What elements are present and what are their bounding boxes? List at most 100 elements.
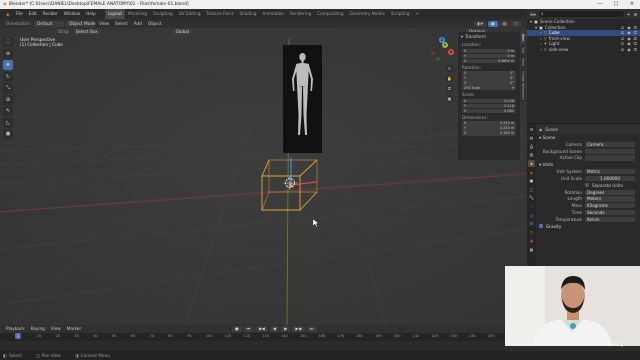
shading-solid-button[interactable]: ● xyxy=(488,20,498,27)
viewport-menu-select[interactable]: Select xyxy=(112,19,131,28)
collection-properties-icon[interactable]: ▣ xyxy=(528,177,535,184)
playhead[interactable]: 1 xyxy=(15,333,21,339)
auto-keying-button[interactable]: ● xyxy=(232,326,242,332)
data-properties-icon[interactable]: ▽ xyxy=(528,229,535,236)
filter-icon[interactable]: ⏷ xyxy=(627,12,630,17)
transform-tool-icon[interactable]: ⊞ xyxy=(3,94,13,105)
close-window-button[interactable]: ✕ xyxy=(624,0,640,9)
jump-end-button[interactable]: ⏭ xyxy=(306,326,317,332)
workspace-tab-shading[interactable]: Shading xyxy=(237,9,260,19)
workspace-tab-texture-paint[interactable]: Texture Paint xyxy=(204,9,237,19)
dimensions-y-field[interactable]: Y 0.233 m xyxy=(462,126,516,131)
sidebar-tab-create-reference[interactable]: Create Reference xyxy=(521,68,525,102)
rotation-z-field[interactable]: Z 0° xyxy=(462,81,516,86)
maximize-button[interactable]: □ xyxy=(608,0,624,9)
transform-section-header[interactable]: ▾ Transform xyxy=(458,32,520,41)
drag-dropdown[interactable]: Select Box xyxy=(72,29,101,35)
workspace-tab-uv-editing[interactable]: UV Editing xyxy=(176,9,204,19)
viewport-menu-view[interactable]: View xyxy=(96,19,112,28)
outliner-item[interactable]: › ▽ side-view ☑ ◉ ⎚ xyxy=(527,47,640,53)
time-units-dropdown[interactable]: Seconds xyxy=(585,209,635,216)
exclude-checkbox-icon[interactable]: ☑ xyxy=(621,47,625,53)
rotate-tool-icon[interactable]: ↻ xyxy=(3,71,13,82)
shading-rendered-button[interactable]: ○ xyxy=(511,20,521,27)
gizmo-neg-x[interactable] xyxy=(431,51,435,55)
timeline-menu-playback[interactable]: Playback xyxy=(3,325,28,333)
temperature-units-dropdown[interactable]: Kelvin xyxy=(585,216,635,222)
constraints-properties-icon[interactable]: ⛓ xyxy=(528,220,535,227)
mass-units-dropdown[interactable]: Kilograms xyxy=(585,203,635,209)
zoom-view-icon[interactable]: ⚲ xyxy=(446,65,453,72)
location-x-field[interactable]: X0 m xyxy=(462,48,516,53)
render-properties-icon[interactable]: ▤ xyxy=(528,134,535,141)
workspace-tab-layout[interactable]: Layout xyxy=(104,9,126,19)
move-tool-icon[interactable]: ✥ xyxy=(3,60,13,70)
gizmo-neg-y[interactable] xyxy=(436,57,440,61)
viewport-menu-add[interactable]: Add xyxy=(131,19,145,28)
gravity-checkbox[interactable] xyxy=(539,224,543,229)
scale-x-field[interactable]: X 0.136 xyxy=(462,98,516,104)
navigation-gizmo[interactable]: Z X Y xyxy=(428,37,456,65)
scene-section-header[interactable]: ▾ Scene xyxy=(527,134,640,141)
rotation-x-field[interactable]: X 0° xyxy=(462,71,516,76)
material-properties-icon[interactable]: ◕ xyxy=(528,237,535,244)
camera-field[interactable]: Camera xyxy=(585,141,635,147)
object-properties-icon[interactable]: ▢ xyxy=(528,186,535,193)
timeline-menu-keying[interactable]: Keying xyxy=(28,325,48,333)
workspace-tab-sculpting[interactable]: Sculpting xyxy=(150,9,176,19)
particles-properties-icon[interactable]: ⁘ xyxy=(528,203,535,210)
gizmo-y-axis[interactable]: Y xyxy=(442,42,448,48)
annotate-tool-icon[interactable]: ✎ xyxy=(3,106,13,116)
timeline-menu-view[interactable]: View xyxy=(48,325,64,333)
camera-render-icon[interactable]: ⎚ xyxy=(634,47,637,53)
3d-viewport[interactable]: Orientation: Default Object Mode View Se… xyxy=(0,19,527,325)
outliner-display-mode-icon[interactable]: ☰▾ xyxy=(530,12,536,17)
active-clip-field[interactable] xyxy=(585,155,635,161)
tweak-tool-icon[interactable]: ⬚ xyxy=(3,37,13,47)
minimize-button[interactable]: — xyxy=(592,0,608,9)
menu-file[interactable]: File xyxy=(13,9,26,19)
rotation-mode-dropdown[interactable]: XYZ Euler ▾ xyxy=(462,86,516,91)
scale-z-field[interactable]: Z 0.082 xyxy=(462,108,516,114)
timeline-menu-marker[interactable]: Marker xyxy=(64,325,84,333)
transform-orientation-dropdown[interactable]: Global xyxy=(172,29,192,35)
new-collection-icon[interactable]: ⊞ xyxy=(633,12,637,17)
viewport-menu-object[interactable]: Object xyxy=(145,19,165,28)
orientation-dropdown[interactable]: Default xyxy=(34,20,65,27)
menu-edit[interactable]: Edit xyxy=(26,9,40,19)
dimensions-x-field[interactable]: X 0.253 m xyxy=(462,121,516,126)
view-layer-properties-icon[interactable]: ▥ xyxy=(528,151,535,158)
physics-properties-icon[interactable]: ◎ xyxy=(528,212,535,219)
measure-tool-icon[interactable]: ◺ xyxy=(3,117,13,128)
output-properties-icon[interactable]: ⎙ xyxy=(528,143,535,150)
sidebar-tab-item[interactable]: Item xyxy=(521,32,525,44)
front-view-reference-image[interactable] xyxy=(283,45,322,153)
dimensions-z-field[interactable]: Z 0.165 m xyxy=(462,131,516,136)
add-workspace-button[interactable]: + xyxy=(413,9,423,19)
menu-window[interactable]: Window xyxy=(61,9,84,19)
background-scene-field[interactable] xyxy=(585,148,635,154)
gravity-section-header[interactable]: Gravity xyxy=(527,223,640,230)
separate-units-checkbox[interactable] xyxy=(585,183,589,188)
cursor-tool-icon[interactable]: ⊕ xyxy=(3,48,13,59)
unit-scale-field[interactable]: 1.000000 xyxy=(585,175,635,182)
modifier-properties-icon[interactable]: 🔧 xyxy=(528,194,535,201)
workspace-tab-modeling[interactable]: Modeling xyxy=(125,9,150,19)
location-y-field[interactable]: Y0 m xyxy=(462,53,516,58)
rotation-units-dropdown[interactable]: Degrees xyxy=(585,189,635,195)
unit-system-dropdown[interactable]: Metric xyxy=(585,169,635,175)
scale-y-field[interactable]: Y 0.116 xyxy=(462,103,516,109)
pan-view-icon[interactable]: ✋ xyxy=(446,75,453,82)
sidebar-tab-view[interactable]: View xyxy=(521,55,525,68)
location-z-field[interactable]: Z 0.9894 m xyxy=(462,58,516,63)
sidebar-tab-tool[interactable]: Tool xyxy=(521,44,525,55)
camera-view-icon[interactable]: ⎚ xyxy=(446,85,453,92)
gizmo-x-axis[interactable]: X xyxy=(448,49,454,55)
viewport-overlays-button[interactable]: ◐▾ xyxy=(474,20,487,27)
scene-properties-icon[interactable]: ◆ xyxy=(528,159,535,167)
prev-keyframe-button[interactable]: ◆◀ xyxy=(255,326,268,332)
play-button[interactable]: ▶ xyxy=(281,326,291,332)
play-reverse-button[interactable]: ◀ xyxy=(269,326,280,332)
tool-properties-icon[interactable]: ⚒ xyxy=(528,126,535,133)
units-section-header[interactable]: ▾ Units xyxy=(527,161,640,168)
